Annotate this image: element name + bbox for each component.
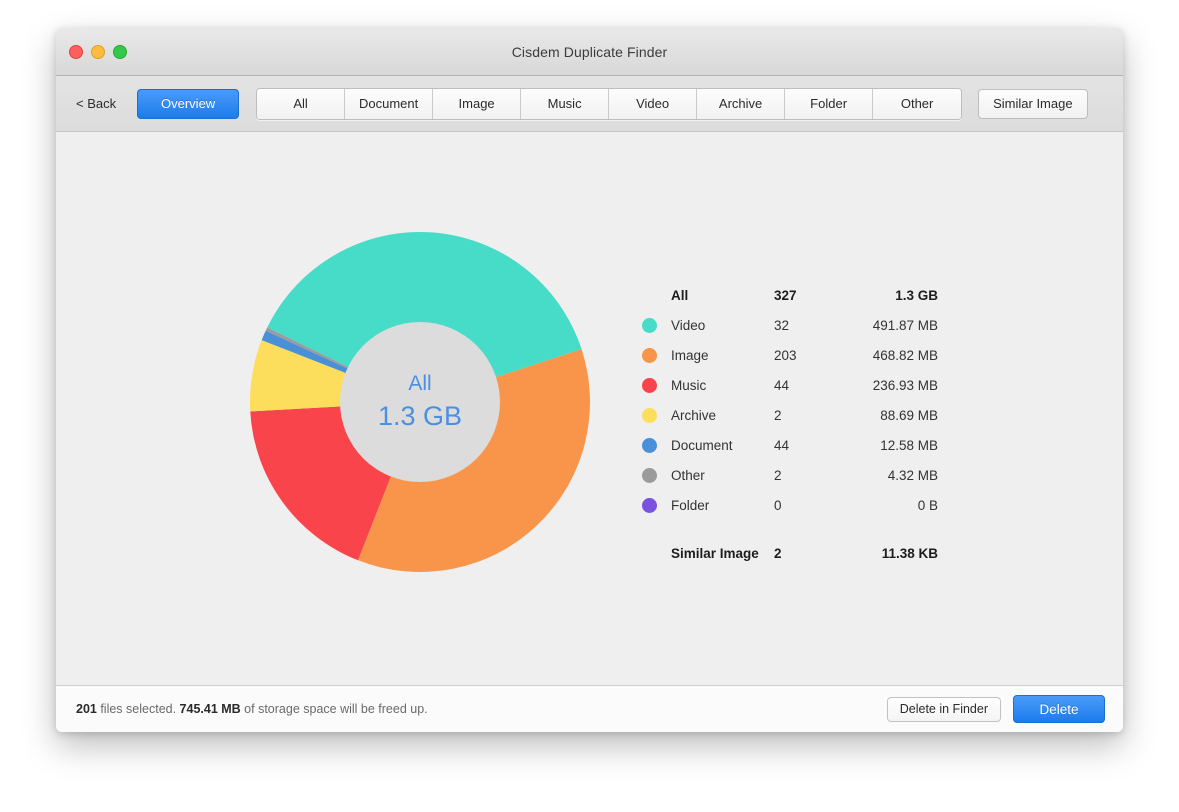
tab-other[interactable]: Other — [873, 89, 961, 119]
legend-row: Image 203468.82 MB — [642, 340, 938, 370]
legend-count: 44 — [774, 378, 840, 393]
legend-color-dot-icon — [642, 468, 657, 483]
legend-label: Other — [642, 468, 774, 483]
tab-music[interactable]: Music — [521, 89, 609, 119]
legend-count: 44 — [774, 438, 840, 453]
selected-files-count: 201 — [76, 702, 97, 716]
legend-size: 236.93 MB — [840, 378, 938, 393]
minimize-button[interactable] — [91, 45, 105, 59]
category-tab-group: All Document Image Music Video Archive F… — [256, 88, 962, 120]
legend-label: Folder — [642, 498, 774, 513]
delete-in-finder-button[interactable]: Delete in Finder — [887, 697, 1001, 722]
back-button[interactable]: < Back — [76, 96, 116, 111]
storage-donut-chart: All 1.3 GB — [250, 232, 590, 572]
content-area: All 1.3 GB All 327 1.3 GB Video 32491.87 … — [56, 132, 1123, 685]
legend-row: Video 32491.87 MB — [642, 310, 938, 340]
tab-all[interactable]: All — [257, 89, 345, 119]
delete-button[interactable]: Delete — [1013, 695, 1105, 723]
legend-category-name: Folder — [671, 498, 709, 513]
donut-chart-svg — [250, 232, 590, 572]
window-controls — [69, 45, 127, 59]
legend-count: 2 — [774, 408, 840, 423]
toolbar: < Back Overview All Document Image Music… — [56, 76, 1123, 132]
legend-category-name: Other — [671, 468, 705, 483]
legend-count: 0 — [774, 498, 840, 513]
tab-similar-image[interactable]: Similar Image — [978, 89, 1087, 119]
legend-label-similar-image: Similar Image — [642, 546, 774, 561]
legend-color-dot-icon — [642, 348, 657, 363]
legend-size: 88.69 MB — [840, 408, 938, 423]
app-window: Cisdem Duplicate Finder < Back Overview … — [56, 28, 1123, 732]
legend-count: 203 — [774, 348, 840, 363]
legend-label-all: All — [642, 288, 774, 303]
legend-count-similar-image: 2 — [774, 546, 840, 561]
title-bar: Cisdem Duplicate Finder — [56, 28, 1123, 76]
legend-category-name: Document — [671, 438, 733, 453]
legend-category-name: Music — [671, 378, 706, 393]
close-button[interactable] — [69, 45, 83, 59]
legend-label: Music — [642, 378, 774, 393]
legend-row: Other 24.32 MB — [642, 460, 938, 490]
legend-color-dot-icon — [642, 498, 657, 513]
tab-document[interactable]: Document — [345, 89, 433, 119]
legend-category-name: Image — [671, 348, 709, 363]
legend-size-similar-image: 11.38 KB — [840, 546, 938, 561]
legend-label: Video — [642, 318, 774, 333]
tab-image[interactable]: Image — [433, 89, 521, 119]
status-message: 201 files selected. 745.41 MB of storage… — [76, 702, 887, 716]
legend-color-dot-icon — [642, 318, 657, 333]
legend-category-name: Video — [671, 318, 705, 333]
status-text-part2: of storage space will be freed up. — [241, 702, 428, 716]
tab-folder[interactable]: Folder — [785, 89, 873, 119]
legend-size: 491.87 MB — [840, 318, 938, 333]
legend-count-all: 327 — [774, 288, 840, 303]
status-text-part1: files selected. — [97, 702, 180, 716]
legend-row: Folder 00 B — [642, 490, 938, 520]
freed-space-size: 745.41 MB — [180, 702, 241, 716]
legend-label: Document — [642, 438, 774, 453]
legend-row-similar-image: Similar Image 2 11.38 KB — [642, 538, 938, 568]
legend-category-name: Archive — [671, 408, 716, 423]
tab-archive[interactable]: Archive — [697, 89, 785, 119]
legend-count: 32 — [774, 318, 840, 333]
legend-spacer — [642, 520, 938, 538]
window-title: Cisdem Duplicate Finder — [56, 44, 1123, 60]
legend-row: Document 4412.58 MB — [642, 430, 938, 460]
legend-color-dot-icon — [642, 438, 657, 453]
legend-label: Image — [642, 348, 774, 363]
legend-size: 468.82 MB — [840, 348, 938, 363]
legend-row: Archive 288.69 MB — [642, 400, 938, 430]
legend-size: 4.32 MB — [840, 468, 938, 483]
category-legend-table: All 327 1.3 GB Video32491.87 MBImage2034… — [642, 280, 938, 568]
legend-count: 2 — [774, 468, 840, 483]
legend-row: Music 44236.93 MB — [642, 370, 938, 400]
legend-row-all: All 327 1.3 GB — [642, 280, 938, 310]
zoom-button[interactable] — [113, 45, 127, 59]
legend-size: 0 B — [840, 498, 938, 513]
donut-hole — [340, 322, 500, 482]
tab-overview[interactable]: Overview — [137, 89, 239, 119]
tab-video[interactable]: Video — [609, 89, 697, 119]
status-bar: 201 files selected. 745.41 MB of storage… — [56, 685, 1123, 732]
legend-size-all: 1.3 GB — [840, 288, 938, 303]
legend-color-dot-icon — [642, 408, 657, 423]
legend-color-dot-icon — [642, 378, 657, 393]
legend-size: 12.58 MB — [840, 438, 938, 453]
legend-row-list: Video 32491.87 MB Image 203468.82 MB Music 44… — [642, 310, 938, 520]
legend-label: Archive — [642, 408, 774, 423]
